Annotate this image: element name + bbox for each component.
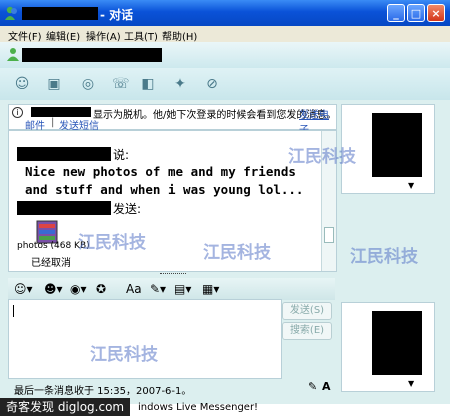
contact-name-redacted bbox=[31, 107, 91, 117]
window-title: - 对话 bbox=[100, 8, 134, 22]
pen-icon[interactable]: ✎ bbox=[308, 380, 317, 393]
text-size-icon[interactable]: A bbox=[322, 380, 331, 393]
video-icon[interactable]: ◎ bbox=[80, 76, 96, 92]
last-message-status: 最后一条消息收于 15:35，2007-6-1。 bbox=[14, 386, 192, 397]
watermark: 江民科技 bbox=[203, 243, 271, 263]
watermark: 江民科技 bbox=[288, 147, 356, 167]
search-button[interactable]: 搜索(E) bbox=[282, 322, 332, 340]
activities-icon[interactable]: ◧ bbox=[140, 76, 156, 92]
said-label: 说: bbox=[113, 148, 130, 162]
minimize-button[interactable]: _ bbox=[387, 4, 405, 22]
text-caret bbox=[13, 305, 14, 317]
title-bar: - 对话 _ □ × bbox=[0, 0, 450, 26]
contact-name-redacted bbox=[22, 7, 98, 20]
menu-actions[interactable]: 操作(A) bbox=[86, 28, 121, 43]
sender-name-redacted bbox=[17, 147, 111, 161]
contact-status-icon bbox=[7, 48, 19, 61]
menu-tools[interactable]: 工具(T) bbox=[124, 28, 158, 43]
formatting-toolbar: ☺▾ ☻▾ ◉▾ ✪ Aa ✎▾ ▤▾ ▦▾ bbox=[8, 278, 335, 300]
sender-name-redacted bbox=[17, 201, 111, 215]
link-separator: | bbox=[51, 117, 55, 128]
message-line-2: and stuff and when i was young lol... bbox=[25, 182, 304, 197]
watermark: 江民科技 bbox=[350, 247, 418, 267]
message-line-1: Nice new photos of me and my friends bbox=[25, 164, 296, 179]
display-picture-dropdown-icon[interactable]: ▼ bbox=[408, 181, 414, 190]
offline-info-bar: i 显示为脱机。他/她下次登录的时候会看到您发的消息。 发送电子 邮件 | 发送… bbox=[8, 104, 337, 136]
background-icon[interactable]: ◉▾ bbox=[70, 282, 87, 296]
menu-bar: 文件(F) 编辑(E) 操作(A) 工具(T) 帮助(H) bbox=[0, 26, 450, 43]
status-bar: 最后一条消息收于 15:35，2007-6-1。 ✎ A bbox=[8, 378, 335, 397]
footer-text: indows Live Messenger! bbox=[138, 402, 259, 413]
call-icon[interactable]: ☏ bbox=[112, 76, 130, 92]
messenger-icon bbox=[5, 6, 17, 20]
maximize-button[interactable]: □ bbox=[407, 4, 425, 22]
wink-icon[interactable]: ☻▾ bbox=[44, 282, 63, 296]
file-status: 已经取消 bbox=[31, 258, 71, 269]
display-picture-dropdown-icon[interactable]: ▼ bbox=[408, 379, 414, 388]
site-footer: 奇客发现 diglog.com bbox=[0, 398, 130, 416]
toolbar: ☺ ▣ ◎ ☏ ◧ ✦ ⊘ bbox=[0, 68, 450, 101]
games-icon[interactable]: ✦ bbox=[172, 76, 188, 92]
send-files-icon[interactable]: ▣ bbox=[46, 76, 62, 92]
menu-edit[interactable]: 编辑(E) bbox=[46, 28, 80, 43]
font-icon[interactable]: Aa bbox=[126, 282, 142, 296]
contact-bar bbox=[0, 42, 450, 68]
handwriting-icon[interactable]: ✎▾ bbox=[150, 282, 166, 296]
send-button[interactable]: 发送(S) bbox=[282, 302, 332, 320]
close-button[interactable]: × bbox=[427, 4, 445, 22]
emoticon-icon[interactable]: ☺▾ bbox=[14, 282, 33, 296]
contact-email-redacted bbox=[22, 48, 162, 62]
menu-file[interactable]: 文件(F) bbox=[8, 28, 42, 43]
background-picture-icon[interactable]: ▤▾ bbox=[174, 282, 191, 296]
calendar-icon[interactable]: ▦▾ bbox=[202, 282, 219, 296]
my-display-picture[interactable]: ▼ bbox=[341, 302, 435, 392]
info-icon: i bbox=[12, 107, 23, 118]
nudge-icon[interactable]: ✪ bbox=[96, 282, 106, 296]
invite-contact-icon[interactable]: ☺ bbox=[14, 76, 30, 92]
menu-help[interactable]: 帮助(H) bbox=[162, 28, 197, 43]
resize-handle[interactable] bbox=[160, 273, 186, 276]
contact-photo-redacted bbox=[372, 113, 422, 177]
watermark: 江民科技 bbox=[90, 345, 158, 365]
scrollbar-thumb[interactable] bbox=[324, 227, 334, 243]
message-input[interactable] bbox=[8, 299, 282, 379]
block-icon[interactable]: ⊘ bbox=[204, 76, 220, 92]
my-photo-redacted bbox=[372, 311, 422, 375]
watermark: 江民科技 bbox=[78, 233, 146, 253]
sent-label: 发送: bbox=[113, 202, 142, 216]
